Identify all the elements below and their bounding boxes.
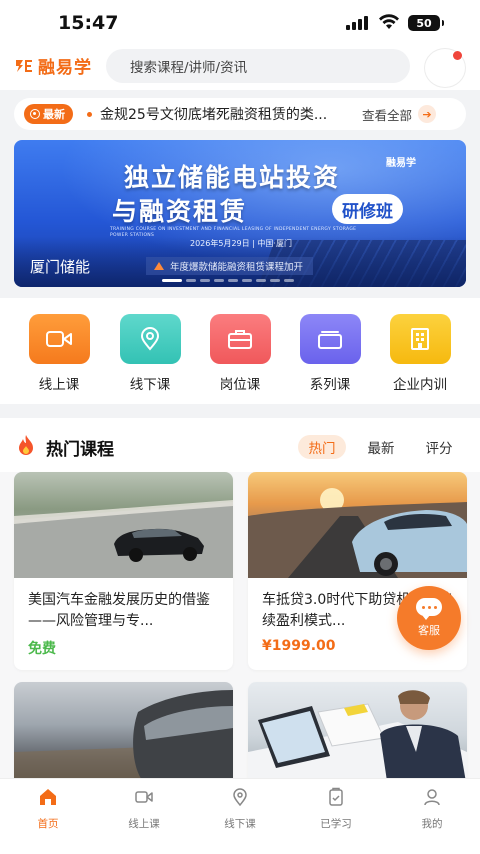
black-sedan-road-image: [14, 472, 233, 578]
dark-suv-image: [14, 682, 233, 788]
course-card[interactable]: [14, 682, 233, 792]
banner-pill: 研修班: [332, 194, 403, 224]
news-ticker[interactable]: 最新 金规25号文彻底堵死融资租赁的类... 查看全部 ➔: [14, 98, 466, 130]
banner-date: 2026年5月29日 | 中国·厦门: [190, 239, 292, 248]
stack-icon: [299, 314, 361, 364]
nav-learned[interactable]: 已学习: [306, 787, 366, 831]
category-label: 线下课: [129, 377, 171, 393]
news-ticker-section: 最新 金规25号文彻底堵死融资租赁的类... 查看全部 ➔: [0, 90, 480, 140]
latest-badge: 最新: [24, 104, 73, 124]
notification-dot: [453, 51, 462, 60]
carousel-dot[interactable]: [186, 279, 196, 282]
nav-online[interactable]: 线上课: [114, 787, 174, 831]
bottom-nav: 首页 线上课 线下课 已学习 我的: [0, 778, 480, 854]
course-card[interactable]: 美国汽车金融发展历史的借鉴——风险管理与专... 免费: [14, 472, 233, 670]
nav-label: 已学习: [320, 818, 352, 830]
briefcase-icon: [209, 314, 271, 364]
hot-courses-header: 热门课程 热门 最新 评分: [0, 418, 480, 472]
view-all-link[interactable]: 查看全部: [362, 105, 412, 124]
logo-text: 融易学: [38, 58, 92, 78]
carousel-dot[interactable]: [284, 279, 294, 282]
app-header: 融易学 搜索课程/讲师/资讯: [0, 44, 480, 90]
promo-banner[interactable]: 融易学 独立储能电站投资 与融资租赁 研修班 TRAINING COURSE O…: [14, 140, 466, 287]
banner-marquee-text: 年度爆款储能融资租赁课程加开: [170, 262, 304, 273]
wifi-icon: [379, 14, 399, 29]
course-price: 免费: [28, 641, 56, 657]
nav-offline[interactable]: 线下课: [210, 787, 270, 831]
nav-label: 线上课: [128, 818, 160, 830]
location-icon: [233, 788, 247, 807]
video-icon: [135, 791, 153, 803]
tab-rating[interactable]: 评分: [424, 435, 454, 459]
business-man-laptop-image: [248, 682, 467, 788]
category-online[interactable]: 线上课: [19, 314, 99, 393]
bullet-dot: [87, 111, 92, 117]
clipboard-icon: [329, 787, 343, 806]
carousel-dot[interactable]: [200, 279, 210, 282]
logo-mark-icon: [16, 59, 32, 72]
nav-home[interactable]: 首页: [18, 787, 78, 831]
carousel-indicator[interactable]: [162, 279, 294, 282]
category-series[interactable]: 系列课: [290, 314, 370, 393]
tab-hot[interactable]: 热门: [298, 435, 346, 459]
chat-bubble-icon: [416, 598, 442, 620]
category-offline[interactable]: 线下课: [110, 314, 190, 393]
carousel-dot[interactable]: [228, 279, 238, 282]
video-camera-icon: [28, 314, 90, 364]
course-card[interactable]: [248, 682, 467, 792]
tab-latest[interactable]: 最新: [366, 435, 396, 459]
category-label: 系列课: [309, 377, 351, 393]
category-enterprise[interactable]: 企业内训: [380, 314, 460, 393]
category-label: 企业内训: [393, 377, 447, 393]
building-icon: [389, 314, 451, 364]
search-input[interactable]: 搜索课程/讲师/资讯: [106, 49, 410, 83]
status-time: 15:47: [58, 12, 119, 34]
carousel-dot[interactable]: [242, 279, 252, 282]
customer-service-button[interactable]: 客服: [397, 586, 461, 650]
app-logo[interactable]: 融易学: [14, 53, 92, 78]
section-title: 热门课程: [46, 440, 114, 460]
battery-icon: 50: [408, 15, 444, 31]
banner-brand: 融易学: [386, 158, 416, 169]
nav-profile[interactable]: 我的: [402, 787, 462, 831]
carousel-dot[interactable]: [162, 279, 182, 282]
banner-title-line2: 与融资租赁: [112, 197, 248, 226]
category-label: 线上课: [38, 377, 80, 393]
banner-title-line1: 独立储能电站投资: [124, 163, 341, 192]
carousel-dot[interactable]: [270, 279, 280, 282]
sports-car-sunset-image: [248, 472, 467, 578]
category-label: 岗位课: [219, 377, 261, 393]
carousel-dot[interactable]: [256, 279, 266, 282]
category-position[interactable]: 岗位课: [200, 314, 280, 393]
location-pin-icon: [119, 314, 181, 364]
nav-label: 我的: [421, 818, 443, 830]
broadcast-icon: [30, 109, 40, 119]
latest-badge-label: 最新: [43, 108, 65, 121]
carousel-dot[interactable]: [214, 279, 224, 282]
home-icon: [40, 789, 56, 805]
course-title: 美国汽车金融发展历史的借鉴——风险管理与专...: [28, 592, 210, 629]
course-price: ¥1999.00: [262, 638, 336, 654]
customer-service-label: 客服: [418, 624, 440, 637]
status-bar: 15:47 50: [0, 0, 480, 44]
nav-label: 首页: [37, 818, 59, 830]
warning-icon: [154, 262, 164, 270]
message-button[interactable]: [424, 48, 466, 88]
ticker-headline[interactable]: 金规25号文彻底堵死融资租赁的类...: [100, 104, 350, 124]
flame-icon: [19, 435, 33, 455]
cellular-signal-icon: [346, 16, 368, 30]
arrow-right-icon[interactable]: ➔: [418, 105, 437, 123]
category-grid: 线上课 线下课 岗位课 系列课 企业内训: [0, 298, 480, 404]
banner-caption: 厦门储能: [30, 258, 91, 276]
user-icon: [424, 789, 440, 806]
banner-marquee: 年度爆款储能融资租赁课程加开: [146, 257, 314, 275]
nav-label: 线下课: [224, 818, 256, 830]
